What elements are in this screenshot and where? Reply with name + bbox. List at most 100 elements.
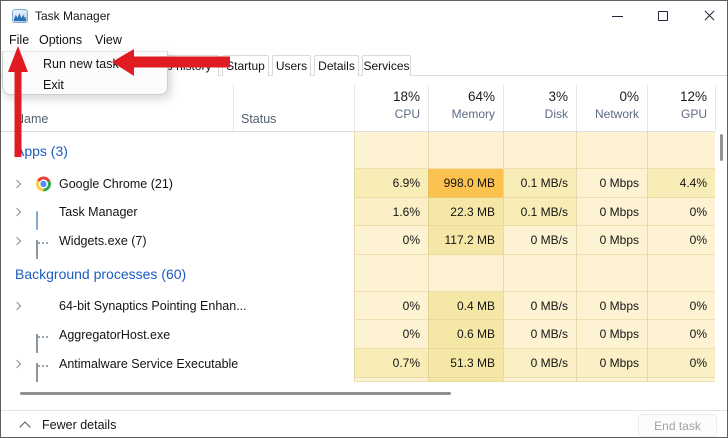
cell (354, 255, 428, 292)
cell (428, 132, 503, 169)
section-header-apps: Apps (3) (1, 132, 715, 169)
disk-value: 0 MB/s (503, 292, 576, 320)
process-table: Apps (3) Google Chrome (21) 6.9% 998.0 M… (1, 131, 727, 382)
column-header-memory[interactable]: 64% Memory (428, 88, 503, 130)
cell (647, 132, 715, 169)
gpu-value: 0% (647, 320, 715, 349)
cell (576, 132, 647, 169)
gpu-value: 0% (647, 349, 715, 378)
process-name: AggregatorHost.exe (59, 327, 171, 342)
expand-chevron-icon[interactable] (12, 179, 22, 188)
memory-value: 117.2 MB (428, 226, 503, 255)
section-label: Background processes (60) (15, 265, 187, 282)
network-total-percent: 0% (619, 89, 639, 104)
gpu-value: 0% (647, 226, 715, 255)
gpu-value: 4.4% (647, 169, 715, 198)
cell (428, 255, 503, 292)
disk-value: 0.1 MB/s (503, 198, 576, 226)
tab-details[interactable]: Details (314, 55, 359, 76)
cpu-total-percent: 18% (392, 89, 420, 104)
column-header-gpu[interactable]: 12% GPU (647, 88, 715, 130)
network-value: 0 Mbps (576, 226, 647, 255)
tab-startup[interactable]: Startup (222, 55, 269, 76)
process-name: Antimalware Service Executable (59, 356, 239, 371)
cell (576, 255, 647, 292)
chevron-up-icon (19, 421, 31, 433)
memory-value: 998.0 MB (428, 169, 503, 198)
memory-value: 0.6 MB (428, 320, 503, 349)
column-header-network[interactable]: 0% Network (576, 88, 647, 130)
network-value: 0 Mbps (576, 292, 647, 320)
tab-services[interactable]: Services (362, 55, 411, 76)
cpu-value: 0.7% (354, 349, 428, 378)
memory-value: 51.3 MB (428, 349, 503, 378)
process-name: Widgets.exe (7) (59, 233, 147, 248)
column-header-cpu[interactable]: 18% CPU (354, 88, 428, 130)
menu-file[interactable]: File (9, 33, 29, 47)
table-row-partial (1, 378, 715, 382)
close-icon (703, 10, 715, 22)
process-name-cell[interactable]: AggregatorHost.exe (1, 320, 354, 353)
process-name-cell[interactable]: Antimalware Service Executable (1, 349, 354, 382)
close-button[interactable] (686, 1, 727, 31)
maximize-button[interactable] (640, 1, 686, 31)
fewer-details-toggle[interactable]: Fewer details (42, 418, 116, 432)
process-name-cell[interactable]: Google Chrome (21) (1, 169, 354, 198)
menu-view[interactable]: View (95, 33, 122, 47)
column-header-disk[interactable]: 3% Disk (503, 88, 576, 130)
table-row[interactable]: Antimalware Service Executable 0.7% 51.3… (1, 349, 715, 382)
table-row[interactable]: Widgets.exe (7) 0% 117.2 MB 0 MB/s 0 Mbp… (1, 226, 715, 259)
window-title: Task Manager (35, 9, 111, 23)
column-header-status[interactable]: Status (241, 112, 276, 126)
horizontal-scrollbar-thumb[interactable] (20, 392, 451, 395)
expand-chevron-icon[interactable] (12, 236, 22, 245)
cell (503, 378, 576, 382)
network-value: 0 Mbps (576, 198, 647, 226)
end-task-button[interactable]: End task (638, 414, 717, 437)
network-value: 0 Mbps (576, 169, 647, 198)
tab-users[interactable]: Users (272, 55, 311, 76)
table-row[interactable]: 64-bit Synaptics Pointing Enhan... 0% 0.… (1, 292, 715, 320)
titlebar: Task Manager (1, 1, 727, 31)
table-row[interactable]: Google Chrome (21) 6.9% 998.0 MB 0.1 MB/… (1, 169, 715, 198)
minimize-button[interactable] (594, 1, 640, 31)
cell (647, 255, 715, 292)
cell (503, 132, 576, 169)
chrome-icon (36, 176, 51, 191)
cpu-value: 0% (354, 320, 428, 349)
table-row[interactable]: AggregatorHost.exe 0% 0.6 MB 0 MB/s 0 Mb… (1, 320, 715, 353)
network-value: 0 Mbps (576, 349, 647, 378)
section-header-background: Background processes (60) (1, 255, 715, 292)
expand-chevron-icon[interactable] (12, 359, 22, 368)
vertical-scrollbar-thumb[interactable] (720, 134, 723, 161)
cpu-value: 0% (354, 226, 428, 255)
process-name-cell[interactable]: Task Manager (1, 198, 354, 230)
memory-value: 22.3 MB (428, 198, 503, 226)
column-separator (233, 85, 234, 131)
section-label: Apps (3) (15, 142, 68, 159)
disk-total-percent: 3% (548, 89, 568, 104)
expand-chevron-icon[interactable] (12, 301, 22, 311)
cpu-value: 6.9% (354, 169, 428, 198)
process-name: 64-bit Synaptics Pointing Enhan... (59, 299, 247, 313)
column-header-name[interactable]: Name (15, 112, 48, 126)
memory-total-percent: 64% (467, 89, 495, 104)
disk-value: 0.1 MB/s (503, 169, 576, 198)
memory-value: 0.4 MB (428, 292, 503, 320)
cpu-value: 0% (354, 292, 428, 320)
table-row[interactable]: Task Manager 1.6% 22.3 MB 0.1 MB/s 0 Mbp… (1, 198, 715, 230)
process-name: Google Chrome (21) (59, 176, 173, 191)
expand-chevron-icon[interactable] (12, 207, 22, 217)
task-manager-window: Task Manager File Options View App histo… (0, 0, 728, 438)
cell (354, 378, 428, 382)
menu-item-exit[interactable]: Exit (43, 74, 64, 96)
process-name-cell[interactable]: Widgets.exe (7) (1, 226, 354, 259)
cpu-value: 1.6% (354, 198, 428, 226)
menu-item-run-new-task[interactable]: Run new task (43, 53, 119, 75)
menu-options[interactable]: Options (39, 33, 82, 47)
cpu-label: CPU (394, 107, 420, 121)
process-name-cell[interactable]: 64-bit Synaptics Pointing Enhan... (1, 292, 354, 320)
cell (647, 378, 715, 382)
network-label: Network (594, 107, 639, 121)
column-separator (715, 85, 716, 131)
